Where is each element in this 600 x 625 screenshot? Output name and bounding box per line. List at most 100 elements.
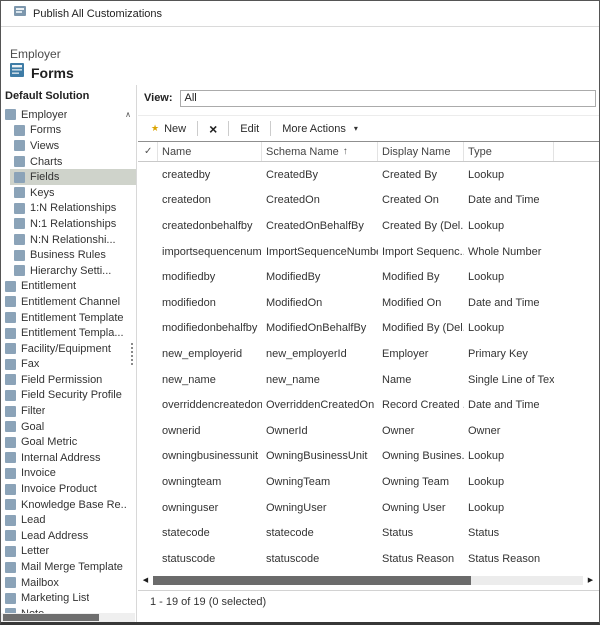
cell-display-name: Owner	[378, 418, 464, 444]
sidebar-item[interactable]: Facility/Equipment	[1, 341, 136, 357]
cell-display-name: Created On	[378, 188, 464, 214]
sidebar-item[interactable]: Mailbox	[1, 575, 136, 591]
cell-schema-name: OwningTeam	[262, 469, 378, 495]
sidebar-item[interactable]: Entitlement Channel	[1, 294, 136, 310]
delete-button[interactable]: ×	[204, 118, 222, 140]
cell-type: Lookup	[464, 162, 554, 188]
table-row[interactable]: owninguser OwningUser Owning User Lookup	[138, 495, 599, 521]
column-header-select[interactable]: ✓	[138, 142, 158, 161]
fax-icon	[5, 359, 16, 370]
edit-button[interactable]: Edit	[235, 118, 264, 140]
sidebar-item[interactable]: Keys	[10, 185, 136, 201]
view-select[interactable]: All	[180, 90, 596, 107]
column-label: Name	[162, 146, 191, 158]
mail-icon	[5, 562, 16, 573]
cell-name: owninguser	[158, 495, 262, 521]
sidebar-item[interactable]: 1:N Relationships	[10, 201, 136, 217]
one-to-many-icon	[14, 203, 25, 214]
publish-icon	[13, 4, 27, 23]
scrollbar-thumb[interactable]	[3, 614, 99, 621]
table-row[interactable]: modifiedon ModifiedOn Modified On Date a…	[138, 290, 599, 316]
column-header-type[interactable]: Type	[464, 142, 554, 161]
sidebar-item[interactable]: Employer ∧	[1, 107, 136, 123]
column-header-name[interactable]: Name	[158, 142, 262, 161]
sidebar-item[interactable]: Filter	[1, 403, 136, 419]
table-row[interactable]: statuscode statuscode Status Reason Stat…	[138, 546, 599, 572]
sidebar-item[interactable]: N:N Relationshi...	[10, 232, 136, 248]
column-header-schema-name[interactable]: Schema Name ↑	[262, 142, 378, 161]
sidebar-item[interactable]: Marketing List	[1, 590, 136, 606]
cell-name: createdonbehalfby	[158, 213, 262, 239]
toolbar-separator	[228, 121, 229, 136]
table-row[interactable]: createdonbehalfby CreatedOnBehalfBy Crea…	[138, 213, 599, 239]
scroll-right-arrow[interactable]: ▶	[585, 576, 596, 584]
table-row[interactable]: new_employerid new_employerId Employer P…	[138, 341, 599, 367]
sidebar-item[interactable]: Field Security Profile	[1, 388, 136, 404]
scrollbar-track[interactable]	[153, 576, 583, 585]
sidebar-item[interactable]: Forms	[10, 123, 136, 139]
cell-display-name: Modified By	[378, 264, 464, 290]
table-row[interactable]: importsequencenumber ImportSequenceNumbe…	[138, 239, 599, 265]
sidebar-item[interactable]: Mail Merge Template	[1, 559, 136, 575]
cell-schema-name: ModifiedOn	[262, 290, 378, 316]
table-row[interactable]: overriddencreatedon OverriddenCreatedOn …	[138, 392, 599, 418]
sidebar-item[interactable]: Letter	[1, 544, 136, 560]
sidebar-item[interactable]: Lead Address	[1, 528, 136, 544]
table-row[interactable]: createdon CreatedOn Created On Date and …	[138, 188, 599, 214]
table-row[interactable]: new_name new_name Name Single Line of Te…	[138, 367, 599, 393]
cell-type: Lookup	[464, 213, 554, 239]
more-actions-button[interactable]: More Actions ▾	[277, 118, 363, 140]
entity-icon	[5, 343, 16, 354]
sidebar-item[interactable]: Entitlement Template	[1, 310, 136, 326]
sidebar-item[interactable]: Fax	[1, 357, 136, 373]
table-row[interactable]: statecode statecode Status Status	[138, 520, 599, 546]
table-row[interactable]: owningteam OwningTeam Owning Team Lookup	[138, 469, 599, 495]
cell-type: Lookup	[464, 469, 554, 495]
sidebar-item[interactable]: Goal Metric	[1, 434, 136, 450]
sidebar-item[interactable]: Fields	[10, 169, 136, 185]
column-header-filler	[554, 142, 599, 161]
table-row[interactable]: ownerid OwnerId Owner Owner	[138, 418, 599, 444]
cell-name: new_employerid	[158, 341, 262, 367]
sidebar-item[interactable]: N:1 Relationships	[10, 216, 136, 232]
sidebar-item[interactable]: Invoice Product	[1, 481, 136, 497]
sidebar-item[interactable]: Field Permission	[1, 372, 136, 388]
sidebar-item[interactable]: Invoice	[1, 466, 136, 482]
entity-name-label: Employer	[10, 47, 61, 61]
sidebar-item[interactable]: Lead	[1, 512, 136, 528]
sidebar-item[interactable]: Views	[10, 138, 136, 154]
table-row[interactable]: modifiedonbehalfby ModifiedOnBehalfBy Mo…	[138, 316, 599, 342]
cell-name: createdby	[158, 162, 262, 188]
grid-horizontal-scrollbar[interactable]: ◀ ▶	[140, 574, 596, 586]
row-select-cell	[138, 162, 158, 188]
sidebar-horizontal-scrollbar[interactable]	[1, 613, 135, 622]
cell-display-name: Modified On	[378, 290, 464, 316]
scrollbar-thumb[interactable]	[153, 576, 471, 585]
more-actions-label: More Actions	[282, 123, 346, 135]
sidebar-item[interactable]: Business Rules	[10, 247, 136, 263]
letter-icon	[5, 546, 16, 557]
row-select-cell	[138, 392, 158, 418]
sidebar-item[interactable]: Charts	[10, 154, 136, 170]
splitter-handle[interactable]	[131, 343, 133, 365]
table-row[interactable]: modifiedby ModifiedBy Modified By Lookup	[138, 264, 599, 290]
sidebar-item[interactable]: Entitlement Templa...	[1, 325, 136, 341]
table-row[interactable]: owningbusinessunit OwningBusinessUnit Ow…	[138, 444, 599, 470]
collapse-chevron-icon[interactable]: ∧	[125, 110, 136, 119]
publish-all-button[interactable]: Publish All Customizations	[9, 3, 166, 25]
new-button[interactable]: ★ New	[146, 118, 191, 140]
new-icon: ★	[151, 123, 159, 134]
sidebar-item[interactable]: Goal	[1, 419, 136, 435]
sidebar-item[interactable]: Internal Address	[1, 450, 136, 466]
column-header-display-name[interactable]: Display Name	[378, 142, 464, 161]
sidebar-item[interactable]: Knowledge Base Re...	[1, 497, 136, 513]
new-button-label: New	[164, 123, 186, 135]
sidebar-item[interactable]: Entitlement	[1, 279, 136, 295]
table-row[interactable]: createdby CreatedBy Created By Lookup	[138, 162, 599, 188]
cell-schema-name: OwningUser	[262, 495, 378, 521]
sidebar-item[interactable]: Hierarchy Setti...	[10, 263, 136, 279]
checkmark-icon: ✓	[144, 146, 152, 157]
entity-icon	[5, 296, 16, 307]
row-select-cell	[138, 213, 158, 239]
scroll-left-arrow[interactable]: ◀	[140, 576, 151, 584]
